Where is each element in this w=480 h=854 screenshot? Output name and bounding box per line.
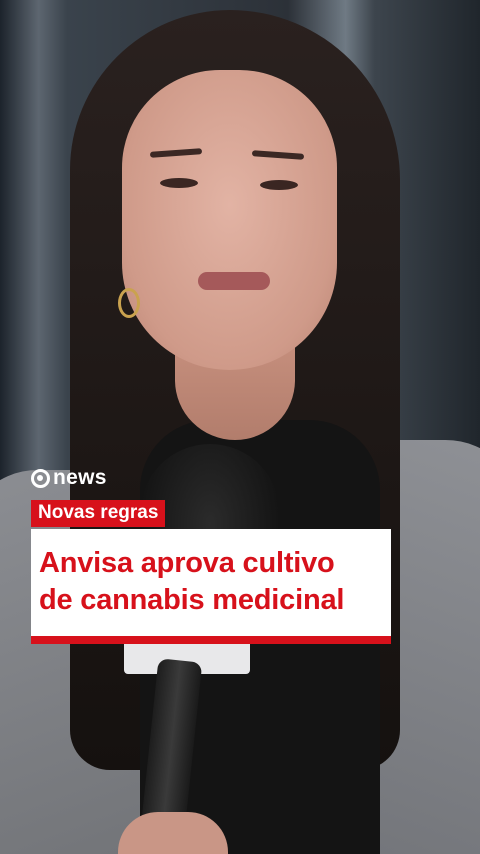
channel-logo-text: news [53, 466, 107, 489]
reporter-face [122, 70, 337, 370]
headline-underline-bar [31, 636, 391, 644]
video-frame[interactable] [0, 0, 480, 854]
reporter-eye-left [160, 178, 198, 188]
earring [118, 288, 140, 318]
headline-line-2: de cannabis medicinal [39, 584, 345, 616]
headline-box: Anvisa aprova cultivo de cannabis medici… [31, 529, 391, 636]
globo-logo-icon [31, 468, 50, 488]
channel-logo: news [31, 466, 107, 490]
topic-tag: Novas regras [31, 500, 166, 527]
reporter-mouth [198, 272, 270, 290]
reporter-eye-right [260, 180, 298, 190]
headline-line-1: Anvisa aprova cultivo [39, 547, 335, 579]
